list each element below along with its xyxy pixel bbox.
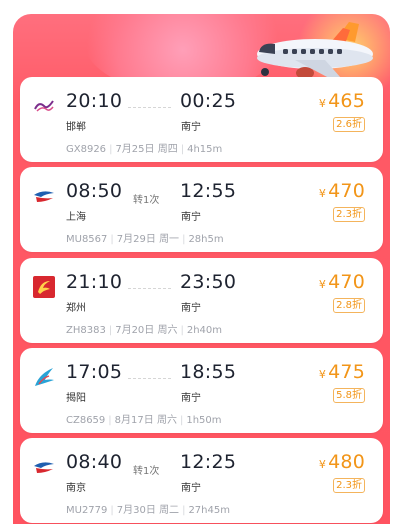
flight-meta: CZ8659 | 8月17日 周六 | 1h50m bbox=[66, 415, 222, 426]
flight-number: GX8926 bbox=[66, 144, 107, 155]
departure-city: 揭阳 bbox=[66, 393, 86, 404]
flight-card[interactable]: 08:40 南京 转1次 12:25 南宁 ¥480 2.3折 MU2779 | 7… bbox=[20, 438, 383, 523]
flight-meta: MU2779 | 7月30日 周二 | 27h45m bbox=[66, 505, 230, 516]
flight-number: MU2779 bbox=[66, 505, 108, 516]
transfer-count: 转1次 bbox=[133, 195, 160, 206]
flight-date: 7月20日 bbox=[115, 325, 155, 336]
transfer-count: 转1次 bbox=[133, 466, 160, 477]
departure-city: 南京 bbox=[66, 483, 86, 494]
price: ¥465 bbox=[319, 90, 365, 112]
flight-weekday: 周六 bbox=[156, 415, 177, 426]
departure-time: 20:10 bbox=[66, 90, 123, 112]
arrival-city: 南宁 bbox=[181, 483, 201, 494]
arrival-city: 南宁 bbox=[181, 303, 201, 314]
price-value: 480 bbox=[328, 451, 365, 473]
departure-time: 21:10 bbox=[66, 271, 123, 293]
currency-symbol: ¥ bbox=[318, 278, 327, 291]
flight-duration: 28h5m bbox=[188, 234, 224, 245]
flight-date: 7月25日 bbox=[115, 144, 155, 155]
discount-badge: 5.8折 bbox=[333, 388, 365, 403]
price-value: 470 bbox=[328, 180, 365, 202]
departure-time: 08:50 bbox=[66, 180, 123, 202]
flight-card[interactable]: 17:05 揭阳 18:55 南宁 ¥475 5.8折 CZ8659 | 8月17日… bbox=[20, 348, 383, 433]
arrival-time: 00:25 bbox=[180, 90, 237, 112]
arrival-city: 南宁 bbox=[181, 122, 201, 133]
flight-number: MU8567 bbox=[66, 234, 108, 245]
arrival-time: 23:50 bbox=[180, 271, 237, 293]
flight-duration: 27h45m bbox=[188, 505, 230, 516]
flight-weekday: 周四 bbox=[157, 144, 178, 155]
price: ¥470 bbox=[319, 271, 365, 293]
currency-symbol: ¥ bbox=[318, 187, 327, 200]
flight-meta: MU8567 | 7月29日 周一 | 28h5m bbox=[66, 234, 224, 245]
flight-date: 7月29日 bbox=[116, 234, 156, 245]
china-eastern-logo-icon bbox=[34, 462, 54, 473]
flight-number: CZ8659 bbox=[66, 415, 106, 426]
price: ¥475 bbox=[319, 361, 365, 383]
currency-symbol: ¥ bbox=[318, 368, 327, 381]
china-eastern-logo-icon bbox=[34, 191, 54, 202]
price-value: 465 bbox=[328, 90, 365, 112]
discount-badge: 2.3折 bbox=[333, 207, 365, 222]
route-line bbox=[128, 288, 171, 289]
route-line bbox=[128, 107, 171, 108]
discount-badge: 2.3折 bbox=[333, 478, 365, 493]
flight-duration: 2h40m bbox=[186, 325, 223, 336]
flight-weekday: 周一 bbox=[159, 234, 180, 245]
flight-meta: GX8926 | 7月25日 周四 | 4h15m bbox=[66, 144, 223, 155]
price-value: 475 bbox=[328, 361, 365, 383]
arrival-city: 南宁 bbox=[181, 212, 201, 223]
juneyao-logo-icon bbox=[33, 276, 55, 298]
arrival-time: 12:55 bbox=[180, 180, 237, 202]
price: ¥480 bbox=[319, 451, 365, 473]
flight-date: 7月30日 bbox=[116, 505, 156, 516]
departure-time: 17:05 bbox=[66, 361, 123, 383]
arrival-time: 18:55 bbox=[180, 361, 237, 383]
flight-weekday: 周六 bbox=[157, 325, 178, 336]
discount-badge: 2.6折 bbox=[333, 117, 365, 132]
flight-card[interactable]: 08:50 上海 转1次 12:55 南宁 ¥470 2.3折 MU8567 | 7… bbox=[20, 167, 383, 252]
currency-symbol: ¥ bbox=[318, 458, 327, 471]
arrival-city: 南宁 bbox=[181, 393, 201, 404]
flight-card[interactable]: 21:10 郑州 23:50 南宁 ¥470 2.8折 ZH8383 | 7月20日… bbox=[20, 258, 383, 343]
flight-duration: 1h50m bbox=[186, 415, 222, 426]
departure-city: 上海 bbox=[66, 212, 86, 223]
flight-number: ZH8383 bbox=[66, 325, 106, 336]
airline-logo-purple-icon bbox=[34, 100, 54, 112]
china-southern-logo-icon bbox=[35, 368, 54, 386]
price-value: 470 bbox=[328, 271, 365, 293]
flight-date: 8月17日 bbox=[114, 415, 154, 426]
departure-city: 邯郸 bbox=[66, 122, 86, 133]
currency-symbol: ¥ bbox=[318, 97, 327, 110]
departure-city: 郑州 bbox=[66, 303, 86, 314]
discount-badge: 2.8折 bbox=[333, 298, 365, 313]
flight-card[interactable]: 20:10 邯郸 00:25 南宁 ¥465 2.6折 GX8926 | 7月25日… bbox=[20, 77, 383, 162]
arrival-time: 12:25 bbox=[180, 451, 237, 473]
route-line bbox=[128, 378, 171, 379]
departure-time: 08:40 bbox=[66, 451, 123, 473]
flight-duration: 4h15m bbox=[187, 144, 223, 155]
price: ¥470 bbox=[319, 180, 365, 202]
flight-meta: ZH8383 | 7月20日 周六 | 2h40m bbox=[66, 325, 223, 336]
flight-weekday: 周二 bbox=[159, 505, 180, 516]
